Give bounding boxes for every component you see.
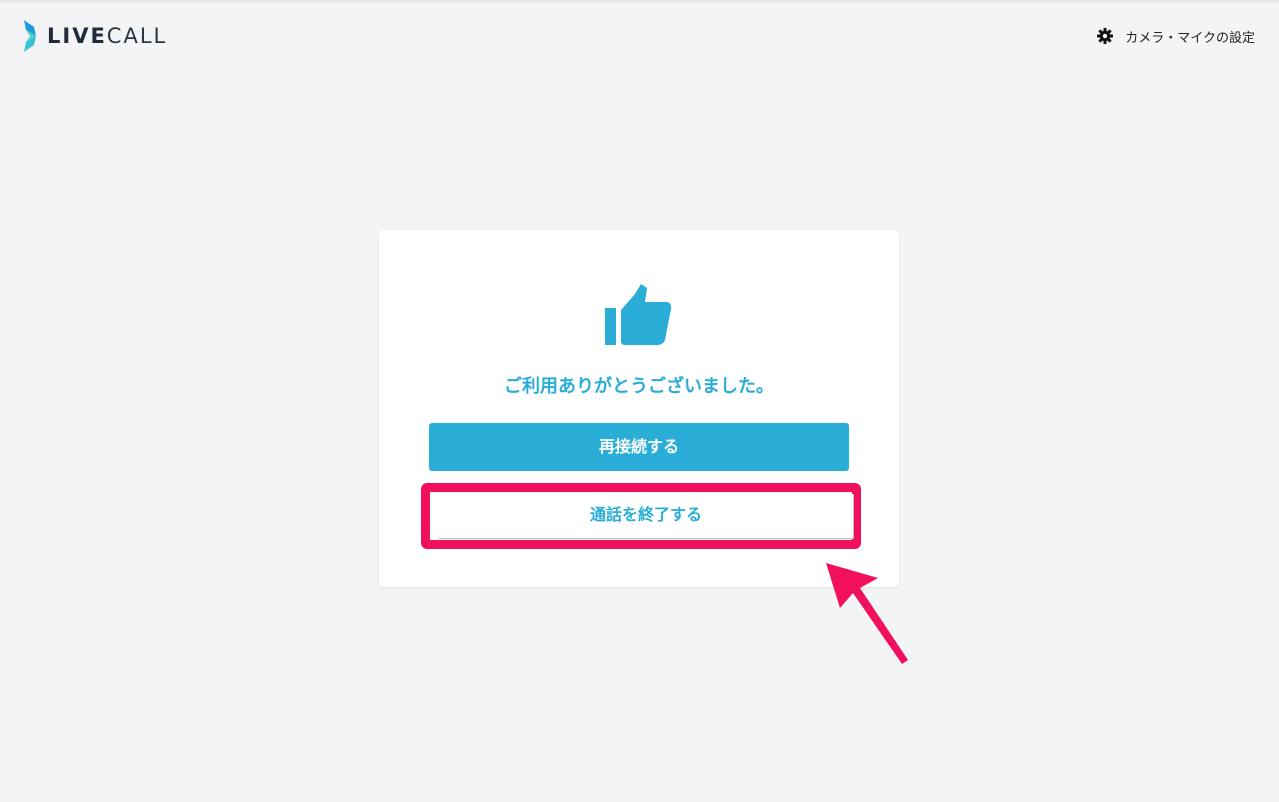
logo-text: LIVECALL bbox=[47, 19, 167, 53]
logo-mark-icon bbox=[24, 20, 36, 52]
thumbs-up-icon bbox=[605, 284, 672, 345]
settings-label: カメラ・マイクの設定 bbox=[1125, 30, 1255, 46]
end-call-button[interactable]: 通話を終了する bbox=[439, 494, 854, 539]
call-ended-card: ご利用ありがとうございました。 再接続する 通話を終了する bbox=[379, 230, 899, 587]
pointer-arrow-icon bbox=[826, 563, 908, 664]
highlight-frame: 通話を終了する bbox=[421, 483, 861, 549]
header: LIVECALL カメラ・マイクの設定 bbox=[0, 3, 1279, 69]
camera-mic-settings-link[interactable]: カメラ・マイクの設定 bbox=[1097, 25, 1255, 47]
thank-you-message: ご利用ありがとうございました。 bbox=[504, 376, 774, 397]
gear-icon bbox=[1097, 28, 1114, 44]
logo-text-live: LIVE bbox=[47, 24, 107, 48]
livecall-logo[interactable]: LIVECALL bbox=[22, 19, 167, 53]
reconnect-button[interactable]: 再接続する bbox=[429, 423, 849, 471]
logo-text-call: CALL bbox=[106, 24, 168, 48]
